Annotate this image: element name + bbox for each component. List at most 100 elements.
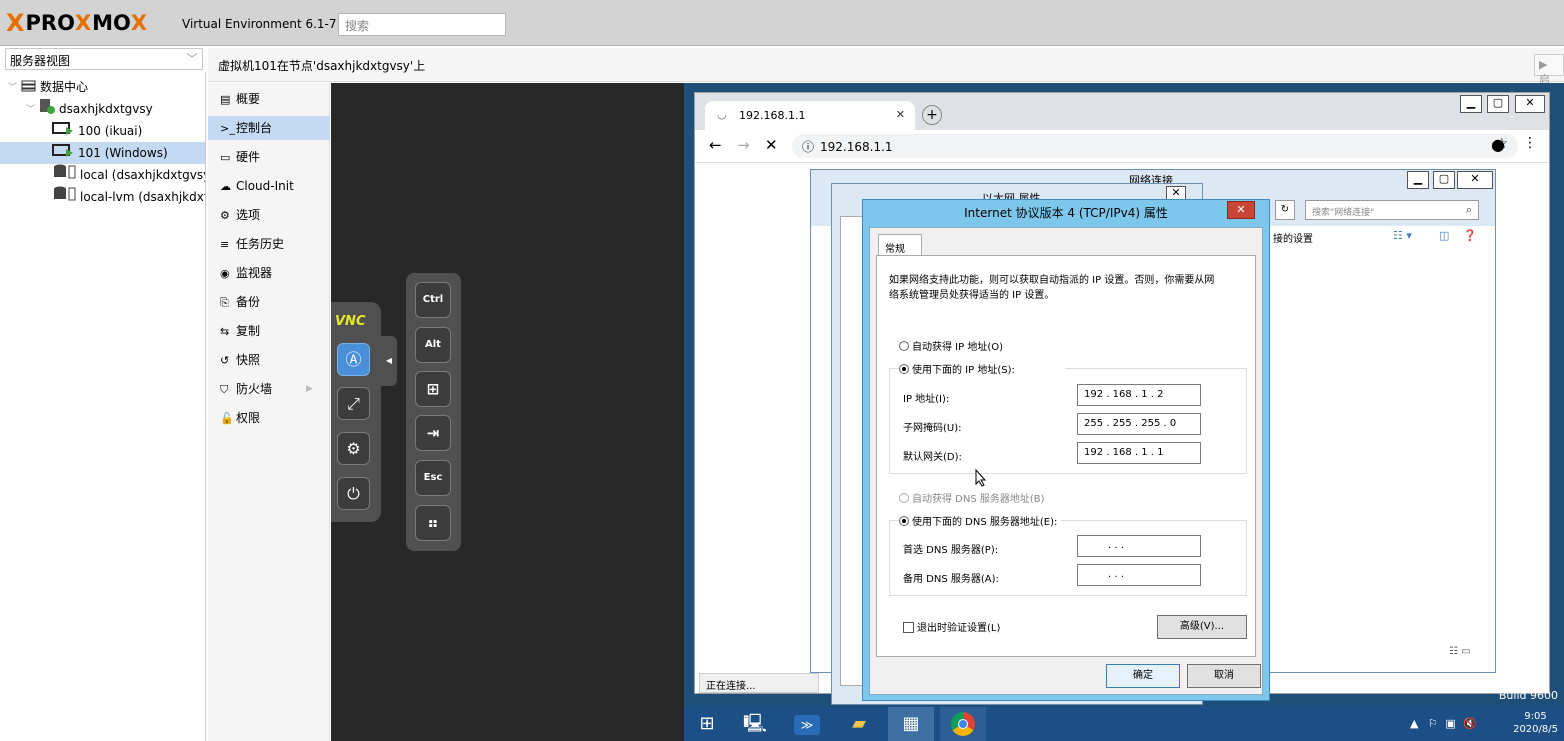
menu-item-options[interactable]: ⚙ 选项 bbox=[208, 203, 330, 227]
manual-dns-radio[interactable]: 使用下面的 DNS 服务器地址(E): bbox=[899, 513, 1062, 528]
close-icon[interactable]: ✕ bbox=[896, 108, 905, 121]
control-bar-handle[interactable]: ◀ bbox=[381, 336, 397, 386]
auto-dns-radio[interactable]: 自动获得 DNS 服务器地址(B) bbox=[899, 490, 1045, 505]
tab-title: 192.168.1.1 bbox=[739, 109, 806, 122]
browser-tab[interactable]: ◡ 192.168.1.1 ✕ bbox=[705, 101, 915, 130]
auto-ip-radio[interactable]: 自动获得 IP 地址(O) bbox=[899, 338, 1003, 353]
volume-muted-icon[interactable]: 🔇 bbox=[1463, 717, 1477, 730]
tree-item-vm-100[interactable]: 100 (ikuai) bbox=[52, 120, 205, 142]
preview-pane-icon[interactable]: ◫ bbox=[1439, 229, 1449, 242]
menu-item-replication[interactable]: ⇆ 复制 bbox=[208, 319, 330, 343]
esc-key-button[interactable]: Esc bbox=[415, 460, 451, 496]
tree-item-label: dsaxhjkdxtgvsy bbox=[59, 102, 153, 116]
clock[interactable]: 9:05 2020/8/5 bbox=[1513, 710, 1558, 736]
cancel-button[interactable]: 取消 bbox=[1187, 664, 1261, 688]
start-button[interactable]: ▶ 启 bbox=[1534, 54, 1564, 86]
chevron-right-icon: ▶ bbox=[306, 384, 313, 394]
search-input[interactable]: 搜索 bbox=[338, 13, 506, 36]
view-options-icon[interactable]: ☷ ▾ bbox=[1393, 229, 1412, 242]
address-input[interactable]: ⓘ 192.168.1.1 ☆ bbox=[792, 134, 1518, 158]
preferred-dns-input[interactable]: . . . bbox=[1077, 535, 1201, 557]
tree-item-storage-local-lvm[interactable]: local-lvm (dsaxhjkdxtgvsy) bbox=[54, 186, 205, 208]
stop-icon[interactable]: ✕ bbox=[765, 136, 778, 154]
menu-item-backup[interactable]: ⎘ 备份 bbox=[208, 290, 330, 314]
menu-item-label: 备份 bbox=[236, 295, 261, 309]
advanced-button[interactable]: 高级(V)... bbox=[1157, 615, 1247, 639]
ctrl-alt-del-button[interactable]: ⠶ bbox=[415, 505, 451, 541]
flag-icon[interactable]: ⚐ bbox=[1428, 717, 1438, 730]
tree-item-node[interactable]: ﹀ dsaxhjkdxtgvsy bbox=[26, 98, 205, 120]
tray-expand-icon[interactable]: ▲ bbox=[1410, 717, 1418, 730]
menu-item-monitor[interactable]: ◉ 监视器 bbox=[208, 261, 330, 285]
back-icon[interactable]: ← bbox=[709, 136, 722, 154]
minimize-button[interactable]: ▁ bbox=[1460, 95, 1482, 113]
folder-icon: ▰ bbox=[852, 713, 866, 734]
menu-item-snapshot[interactable]: ↺ 快照 bbox=[208, 348, 330, 372]
close-window-button[interactable]: ✕ bbox=[1515, 95, 1545, 113]
refresh-icon[interactable]: ↻ bbox=[1275, 200, 1295, 220]
ip-address-label: IP 地址(I): bbox=[903, 394, 950, 405]
menu-item-console[interactable]: >_控制台 bbox=[208, 116, 330, 140]
tree-item-datacenter[interactable]: ﹀ 数据中心 bbox=[8, 76, 205, 98]
maximize-button[interactable]: ▢ bbox=[1433, 171, 1455, 189]
chrome-button[interactable] bbox=[940, 707, 986, 741]
logo-pro: PRO bbox=[25, 11, 75, 35]
dialog-title: Internet 协议版本 4 (TCP/IPv4) 属性 bbox=[964, 206, 1168, 220]
tree-item-vm-101[interactable]: 101 (Windows) bbox=[0, 142, 205, 164]
forward-icon[interactable]: → bbox=[737, 136, 750, 154]
close-dialog-button[interactable]: ✕ bbox=[1227, 201, 1255, 219]
change-settings-link[interactable]: 接的设置 bbox=[1273, 230, 1313, 245]
menu-item-hardware[interactable]: ▭ 硬件 bbox=[208, 145, 330, 169]
tab-key-button[interactable]: ⇥ bbox=[415, 415, 451, 451]
caret-left-icon: ◀ bbox=[385, 356, 393, 365]
menu-item-task-history[interactable]: ≡ 任务历史 bbox=[208, 232, 330, 256]
start-menu-button[interactable]: ⊞ bbox=[684, 707, 730, 741]
details-view-icon[interactable]: ☷ ▭ bbox=[1449, 646, 1471, 657]
help-icon[interactable]: ❓ bbox=[1463, 229, 1477, 242]
menu-item-summary[interactable]: ▤ 概要 bbox=[208, 87, 330, 111]
network-search-input[interactable]: 搜索"网络连接" ⌕ bbox=[1305, 200, 1479, 220]
control-panel-button[interactable]: ▦ bbox=[888, 707, 934, 741]
vm-screen[interactable]: ◡ 192.168.1.1 ✕ + ▁ ▢ ✕ ← → ✕ ⓘ 192.168.1… bbox=[684, 83, 1564, 741]
network-icon[interactable]: ▣ bbox=[1445, 717, 1455, 730]
windows-key-button[interactable]: ⊞ bbox=[415, 371, 451, 407]
power-button[interactable]: ⏻ bbox=[337, 477, 370, 510]
server-manager-button[interactable]: 🖳 bbox=[732, 707, 778, 741]
alt-key-button[interactable]: Alt bbox=[415, 327, 451, 363]
subnet-mask-label: 子网掩码(U): bbox=[903, 423, 962, 434]
ok-button[interactable]: 确定 bbox=[1106, 664, 1180, 688]
server-manager-icon: 🖳 bbox=[742, 713, 767, 734]
chevron-down-icon: ﹀ bbox=[8, 82, 18, 93]
chevron-down-icon: ﹀ bbox=[185, 52, 198, 66]
fullscreen-button[interactable]: ⤢ bbox=[337, 387, 370, 420]
validate-checkbox[interactable]: 退出时验证设置(L) bbox=[903, 619, 1000, 634]
gateway-input[interactable]: 192 . 168 . 1 . 1 bbox=[1077, 442, 1201, 464]
summary-icon: ▤ bbox=[220, 93, 231, 106]
new-tab-button[interactable]: + bbox=[922, 105, 942, 125]
minimize-button[interactable]: ▁ bbox=[1407, 171, 1429, 189]
manual-ip-radio[interactable]: 使用下面的 IP 地址(S): bbox=[899, 361, 1065, 376]
menu-item-firewall[interactable]: ⛉ 防火墙 ▶ bbox=[208, 377, 330, 401]
tab-general[interactable]: 常规 bbox=[878, 234, 922, 256]
extra-keys-button[interactable]: Ⓐ bbox=[337, 343, 370, 376]
browser-tab-bar: ◡ 192.168.1.1 ✕ + ▁ ▢ ✕ bbox=[695, 93, 1549, 130]
alternate-dns-input[interactable]: . . . bbox=[1077, 564, 1201, 586]
close-window-button[interactable]: ✕ bbox=[1457, 171, 1493, 189]
ip-address-input[interactable]: 192 . 168 . 1 . 2 bbox=[1077, 384, 1201, 406]
tree-item-storage-local[interactable]: local (dsaxhjkdxtgvsy) bbox=[54, 164, 205, 186]
menu-item-cloud-init[interactable]: ☁ Cloud-Init bbox=[208, 174, 330, 198]
subnet-mask-input[interactable]: 255 . 255 . 255 . 0 bbox=[1077, 413, 1201, 435]
gear-icon: ⚙ bbox=[346, 439, 361, 458]
clock-time: 9:05 bbox=[1524, 711, 1547, 722]
resource-tree: ﹀ 数据中心 ﹀ dsaxhjkdxtgvsy 100 (ikuai) 101 (W… bbox=[0, 72, 206, 741]
view-selector[interactable]: 服务器视图 ﹀ bbox=[5, 48, 203, 70]
account-icon[interactable]: ● bbox=[1491, 135, 1505, 154]
ctrl-key-button[interactable]: Ctrl bbox=[415, 282, 451, 318]
settings-button[interactable]: ⚙ bbox=[337, 432, 370, 465]
file-explorer-button[interactable]: ▰ bbox=[836, 707, 882, 741]
powershell-button[interactable]: ≫ bbox=[784, 707, 830, 741]
more-icon[interactable]: ⋮ bbox=[1523, 135, 1537, 151]
menu-item-permissions[interactable]: 🔓 权限 bbox=[208, 406, 330, 430]
maximize-button[interactable]: ▢ bbox=[1487, 95, 1509, 113]
radio-off-icon bbox=[899, 493, 909, 503]
